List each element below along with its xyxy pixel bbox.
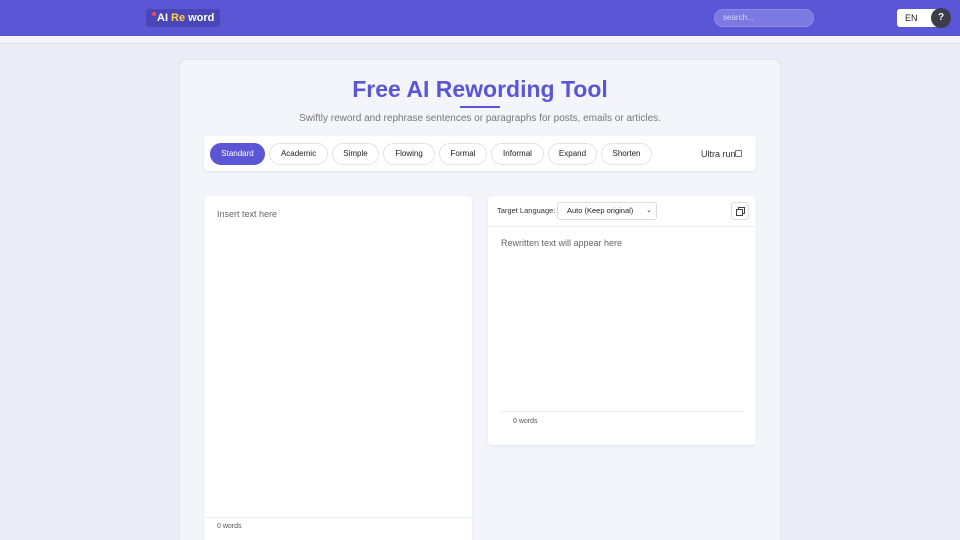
page-subtitle: Swiftly reword and rephrase sentences or… <box>299 113 661 124</box>
output-header-divider <box>488 226 756 227</box>
mode-standard-button[interactable]: Standard <box>210 143 265 165</box>
top-navbar <box>0 0 960 36</box>
mode-expand-button[interactable]: Expand <box>548 143 597 165</box>
title-underline <box>460 106 500 108</box>
ultra-run-checkbox[interactable] <box>735 150 742 157</box>
logo-word-text: word <box>188 12 215 24</box>
input-textarea[interactable] <box>204 196 472 540</box>
mode-simple-button[interactable]: Simple <box>332 143 379 165</box>
logo-ai-text: AI <box>152 12 168 24</box>
input-divider <box>204 517 472 518</box>
page-title: Free AI Rewording Tool <box>352 76 608 102</box>
input-word-count: 0 words <box>217 523 242 530</box>
logo-re-text: Re <box>171 12 186 24</box>
mode-flowing-button[interactable]: Flowing <box>383 143 435 165</box>
search-input[interactable]: search... <box>714 9 814 27</box>
ultra-run-label: Ultra run <box>701 149 736 159</box>
mode-shorten-button[interactable]: Shorten <box>601 143 652 165</box>
output-divider <box>500 411 744 412</box>
input-placeholder: Insert text here <box>217 209 278 219</box>
output-placeholder: Rewritten text will appear here <box>501 238 623 248</box>
sub-navbar <box>0 36 960 44</box>
mode-informal-button[interactable]: Informal <box>491 143 544 165</box>
mode-academic-button[interactable]: Academic <box>269 143 328 165</box>
copy-button[interactable] <box>731 202 749 220</box>
chevron-down-icon: ⌄ <box>646 207 652 214</box>
mode-formal-button[interactable]: Formal <box>439 143 487 165</box>
target-language-select[interactable]: Auto (Keep original) ⌄ <box>557 202 657 220</box>
help-button[interactable]: ? <box>931 8 951 28</box>
target-language-value: Auto (Keep original) <box>567 206 634 215</box>
copy-icon <box>736 207 745 216</box>
output-panel <box>488 196 756 445</box>
output-word-count: 0 words <box>513 418 538 425</box>
target-language-label: Target Language: <box>497 206 556 215</box>
site-logo[interactable]: AI Re word <box>146 9 221 27</box>
